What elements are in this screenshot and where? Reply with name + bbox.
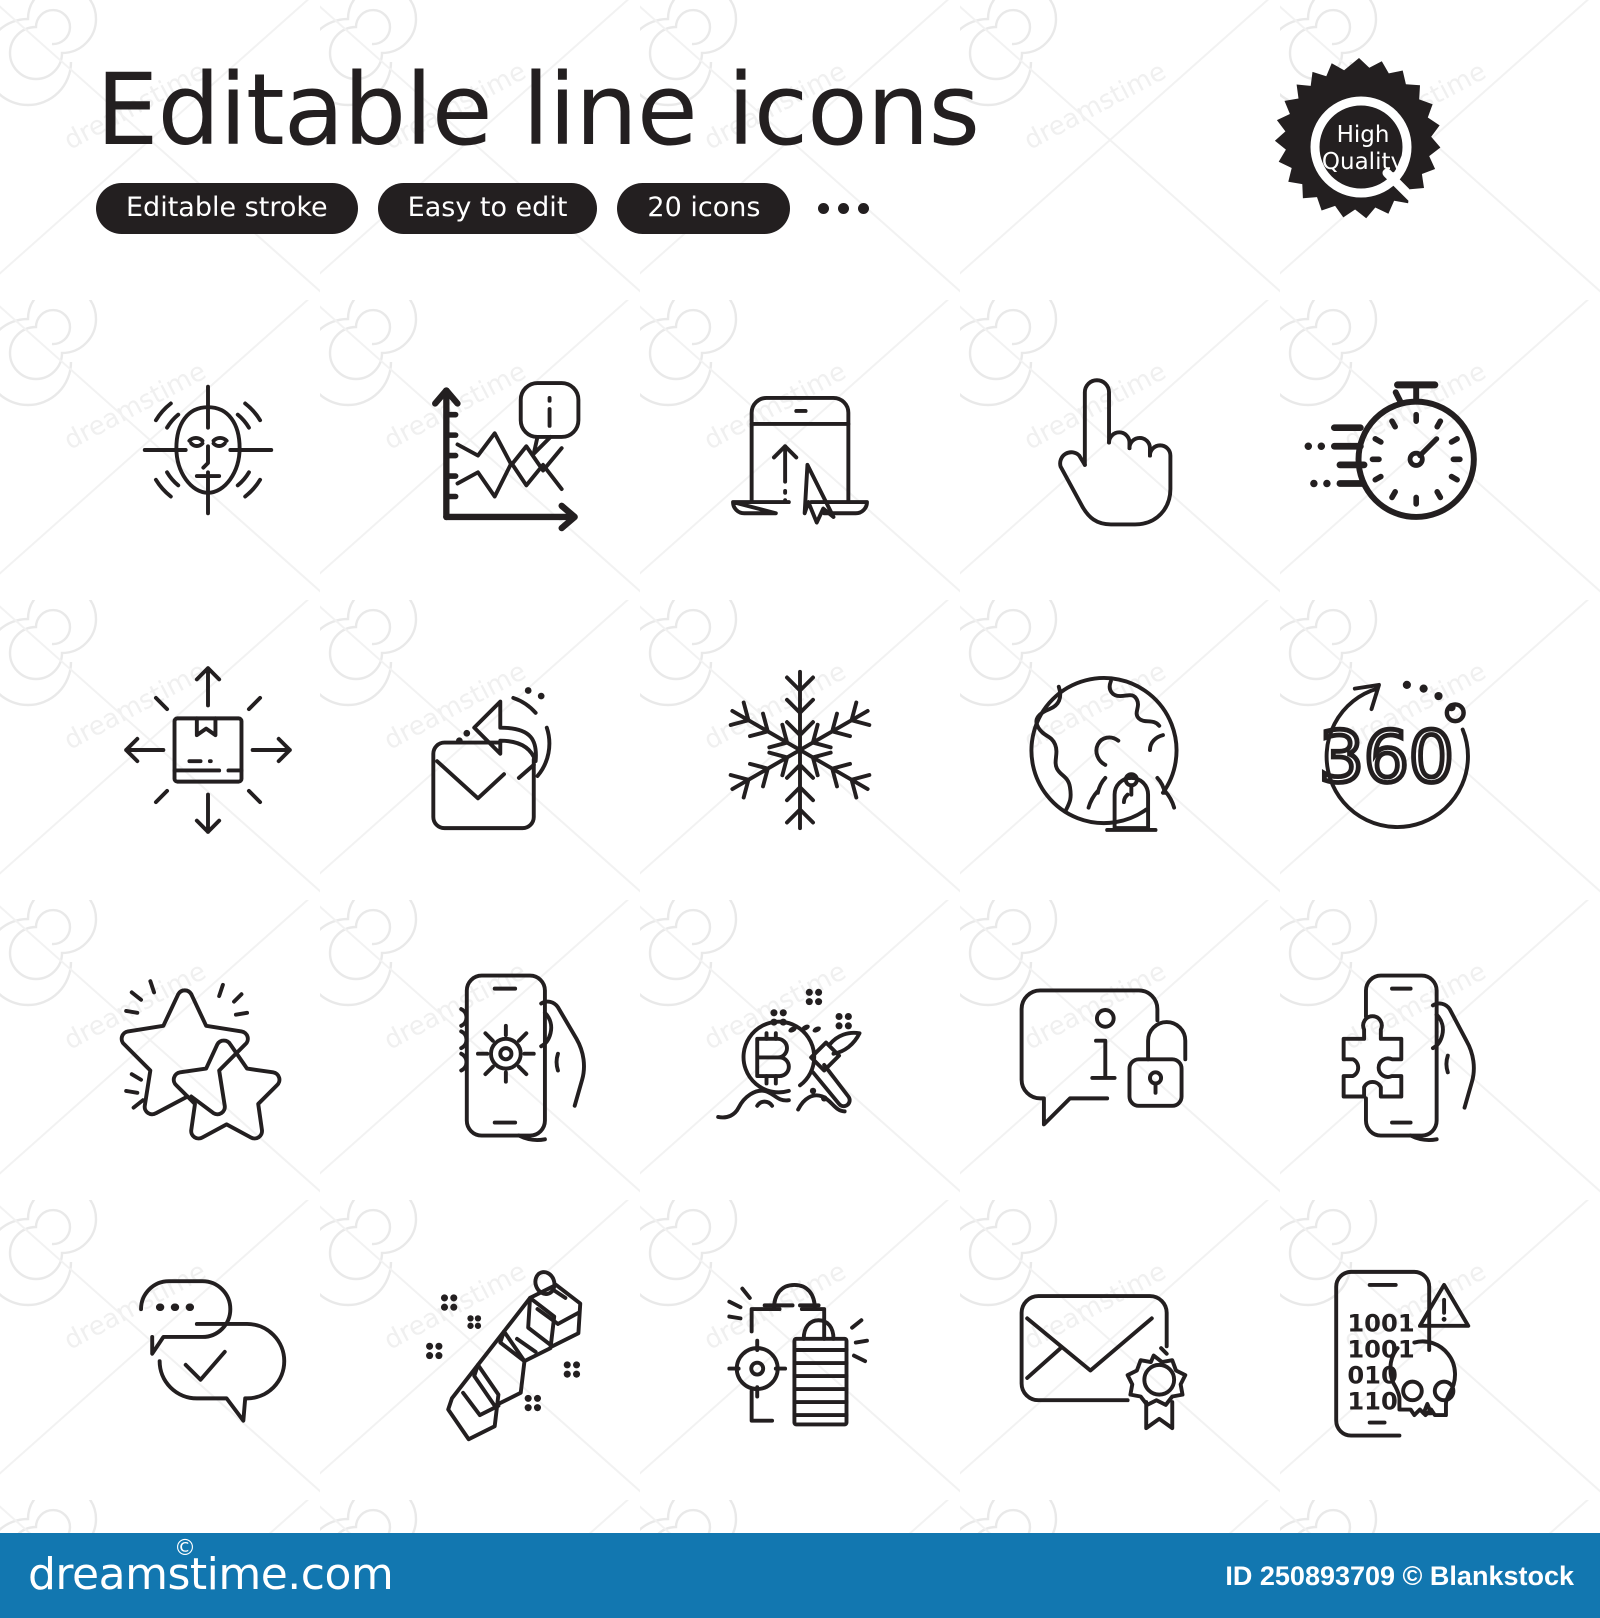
icon-cell-face-detect[interactable] <box>60 300 356 600</box>
snowflake-icon <box>728 669 872 831</box>
world-alert-icon <box>1029 676 1179 832</box>
dot-2 <box>838 202 850 214</box>
hand-click-icon <box>1058 378 1173 527</box>
badge-line-2: Quality <box>1322 149 1404 175</box>
icon-cell-hand-click[interactable] <box>948 300 1244 600</box>
ranking-stars-icon <box>119 979 282 1141</box>
icon-cell-ranking-stars[interactable] <box>60 900 356 1200</box>
pill-icon-count[interactable]: 20 icons <box>617 182 791 234</box>
more-dots-icon <box>818 202 870 214</box>
phone-virus-icon: 1001 1001 010 110 <box>1334 1269 1471 1438</box>
dreamstime-logo-text: dreamstime.com <box>28 1549 394 1600</box>
icon-cell-private-info[interactable] <box>948 900 1244 1200</box>
dreamstime-logo[interactable]: dreamstime.com © <box>28 1536 394 1600</box>
icon-cell-website-upload[interactable] <box>652 300 948 600</box>
binary-line-2: 1001 <box>1347 1335 1414 1363</box>
binary-line-1: 1001 <box>1347 1309 1414 1337</box>
dot-3 <box>858 202 870 214</box>
badge-line-1: High <box>1337 122 1390 148</box>
chemistry-molecule-icon <box>426 1270 583 1442</box>
degrees-label: 360 <box>1319 716 1454 799</box>
icon-cell-share-mail[interactable] <box>356 600 652 900</box>
icon-cell-parcel-delivery[interactable] <box>60 600 356 900</box>
verified-mail-icon <box>1019 1294 1188 1431</box>
icon-cell-360-degrees[interactable]: 360 <box>1244 600 1540 900</box>
parcel-delivery-icon <box>124 666 292 834</box>
footer-bar: dreamstime.com © ID 250893709 © Blanksto… <box>0 1533 1600 1618</box>
icon-cell-phone-virus[interactable]: 1001 1001 010 110 <box>1244 1200 1540 1500</box>
icon-cell-world-alert[interactable] <box>948 600 1244 900</box>
infochart-icon <box>432 381 581 532</box>
high-quality-badge: High Quality <box>1268 52 1450 244</box>
fast-timer-icon <box>1304 381 1477 520</box>
phone-settings-icon <box>459 973 586 1142</box>
private-info-icon <box>1019 988 1188 1127</box>
pill-editable-stroke[interactable]: Editable stroke <box>96 182 358 234</box>
icon-cell-shopping-target[interactable] <box>652 1200 948 1500</box>
icon-cell-fast-timer[interactable] <box>1244 300 1540 600</box>
binary-line-3: 010 <box>1347 1361 1397 1389</box>
icon-cell-phone-settings[interactable] <box>356 900 652 1200</box>
icon-cell-verified-mail[interactable] <box>948 1200 1244 1500</box>
icon-cell-snowflake[interactable] <box>652 600 948 900</box>
bitcoin-mining-icon <box>716 988 862 1120</box>
360-degrees-icon: 360 <box>1317 680 1470 829</box>
icon-sheet-page: Editable line icons Editable stroke Easy… <box>0 0 1600 1618</box>
image-credit: ID 250893709 © Blankstock <box>1225 1561 1574 1591</box>
face-detect-icon <box>142 384 274 516</box>
pill-easy-to-edit[interactable]: Easy to edit <box>377 182 598 234</box>
binary-line-4: 110 <box>1347 1388 1397 1416</box>
shopping-target-icon <box>727 1282 869 1427</box>
dot-1 <box>818 202 830 214</box>
icon-grid: 360 1001 1001 010 110 <box>0 300 1600 1500</box>
website-upload-icon <box>731 395 869 525</box>
puzzle-phone-icon <box>1341 973 1476 1142</box>
icon-cell-approved-message[interactable] <box>60 1200 356 1500</box>
icon-cell-puzzle-phone[interactable] <box>1244 900 1540 1200</box>
spiral-mark-icon: © <box>174 1536 196 1561</box>
icon-cell-bitcoin-mining[interactable] <box>652 900 948 1200</box>
approved-message-icon <box>139 1279 287 1423</box>
share-mail-icon <box>431 687 552 831</box>
icon-cell-infochart[interactable] <box>356 300 652 600</box>
icon-cell-chemistry-molecule[interactable] <box>356 1200 652 1500</box>
